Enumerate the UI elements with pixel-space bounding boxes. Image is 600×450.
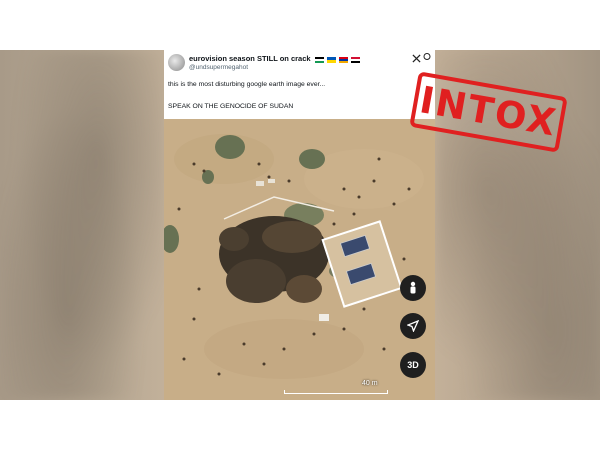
navigation-button[interactable] xyxy=(400,313,426,339)
3d-toggle-button[interactable]: 3D xyxy=(400,352,426,378)
x-logo-icon[interactable] xyxy=(412,54,421,65)
scale-label: 40 m xyxy=(362,380,378,387)
scale-bar xyxy=(284,390,388,394)
tweet-text-line-2: SPEAK ON THE GENOCIDE OF SUDAN xyxy=(168,103,294,110)
sudan-flag-icon xyxy=(350,56,360,63)
ukraine-flag-icon xyxy=(326,56,336,63)
palestine-flag-icon xyxy=(314,56,324,63)
display-name-text: eurovision season STILL on crack xyxy=(189,54,311,63)
avatar[interactable] xyxy=(168,54,185,71)
flag-emojis xyxy=(314,55,361,64)
pegman-button[interactable] xyxy=(400,275,426,301)
blurred-background-left xyxy=(0,50,165,400)
armenia-flag-icon xyxy=(338,56,348,63)
satellite-map[interactable] xyxy=(164,119,435,400)
display-name[interactable]: eurovision season STILL on crack xyxy=(189,54,361,64)
crowd-cluster xyxy=(219,216,329,303)
tweet-text-line-1: this is the most disturbing google earth… xyxy=(168,81,326,88)
user-handle[interactable]: @undsupermegahot xyxy=(189,64,248,71)
phone-screenshot: eurovision season STILL on crack @undsup… xyxy=(164,50,435,400)
more-options-icon[interactable] xyxy=(423,52,431,63)
tweet-card: eurovision season STILL on crack @undsup… xyxy=(164,50,435,120)
